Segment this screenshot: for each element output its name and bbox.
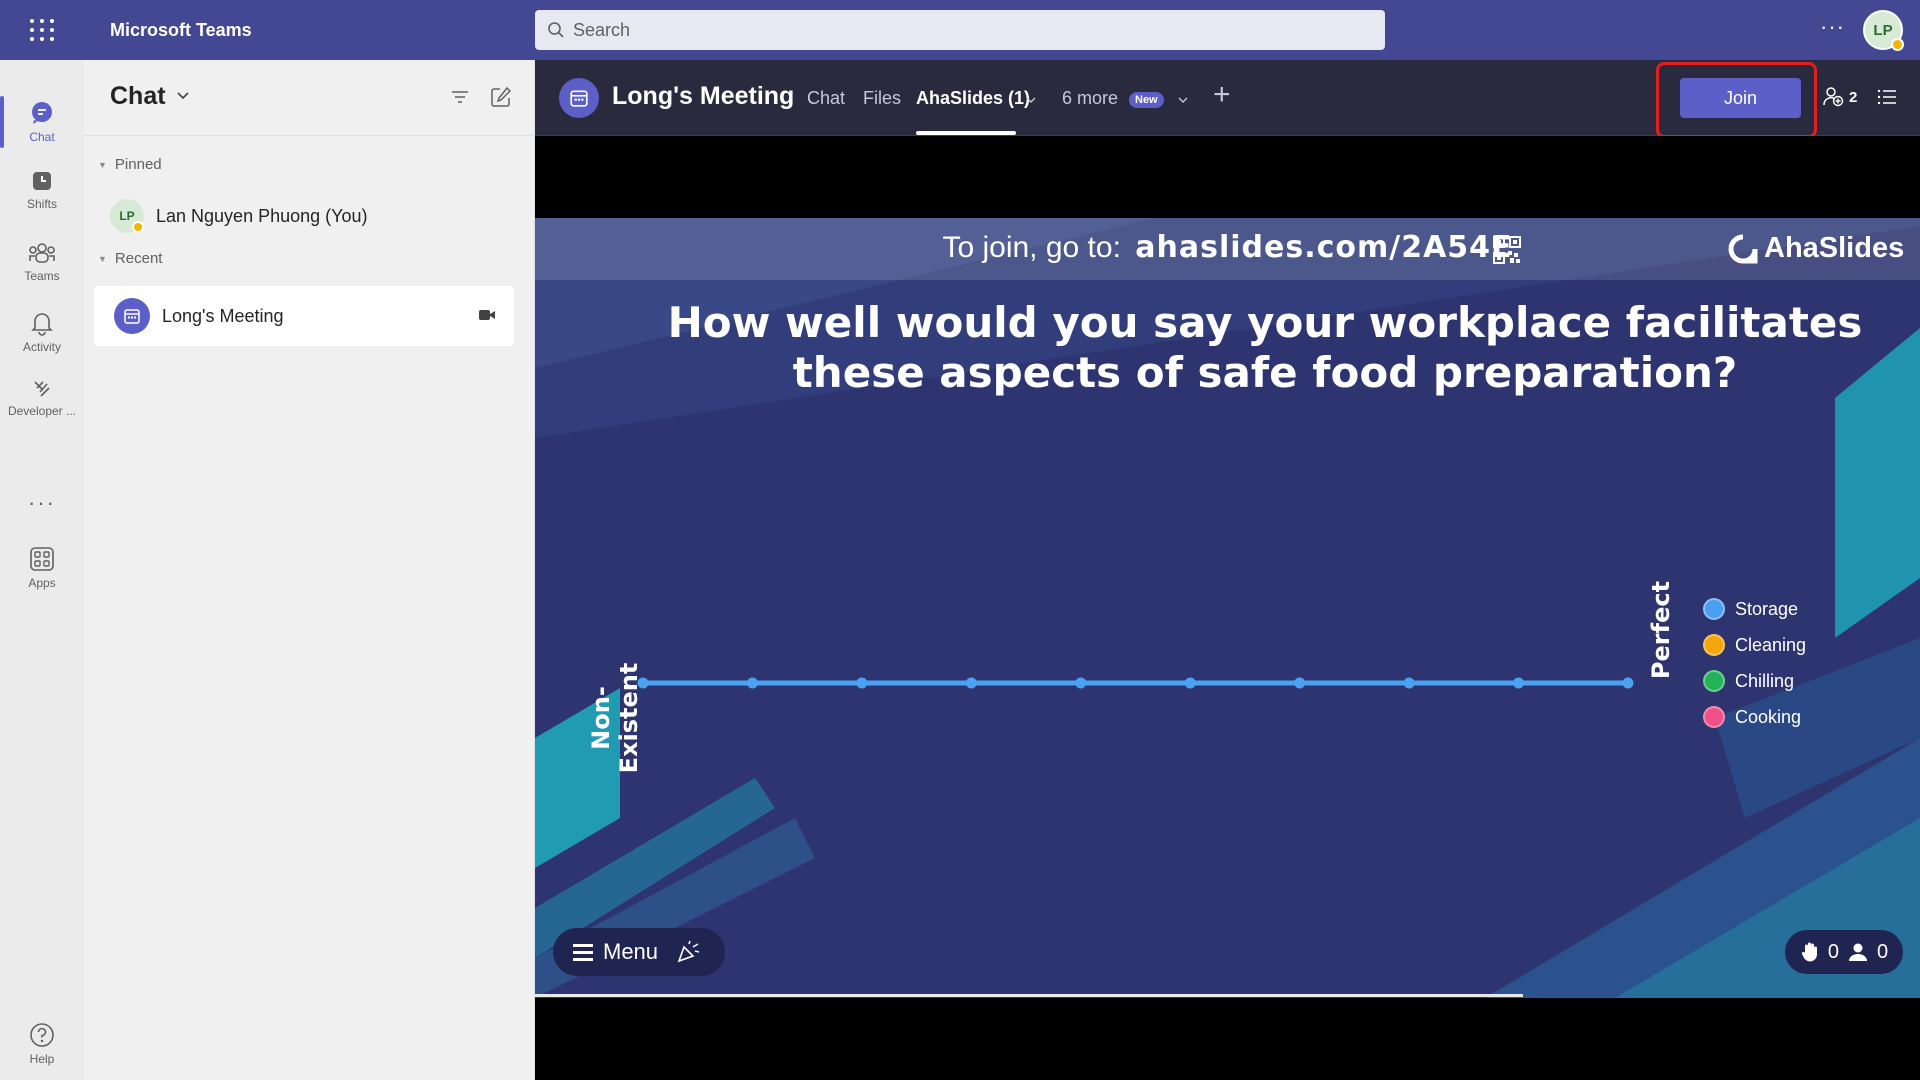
scale-point — [1403, 677, 1415, 689]
meeting-header: Long's Meeting Chat Files AhaSlides (1) … — [535, 60, 1920, 138]
apps-icon — [30, 547, 54, 571]
search-input[interactable]: Search — [535, 10, 1385, 50]
shifts-icon — [33, 172, 51, 190]
tab-files[interactable]: Files — [863, 88, 901, 109]
scale-min-label: Non-Existent — [587, 662, 643, 774]
developer-icon — [34, 381, 50, 397]
scale-point — [1184, 677, 1196, 689]
new-chat-icon[interactable] — [490, 86, 512, 108]
caret-down-icon: ▼ — [98, 159, 107, 170]
more-apps-icon[interactable]: ··· — [0, 490, 84, 516]
rail-item-shifts[interactable]: Shifts — [0, 158, 84, 222]
tab-ahaslides[interactable]: AhaSlides (1) — [916, 88, 1030, 109]
active-tab-indicator — [916, 131, 1016, 135]
chat-item-lan-nguyen-phuong[interactable]: LP Lan Nguyen Phuong (You) — [84, 190, 535, 242]
rail-label: Apps — [28, 576, 56, 590]
rail-item-chat[interactable]: Chat — [0, 90, 84, 154]
slide-progress-bar — [535, 994, 1523, 997]
bell-icon — [31, 313, 53, 336]
rail-item-teams[interactable]: Teams — [0, 230, 84, 294]
legend-color-swatch — [1703, 706, 1725, 728]
list-icon[interactable] — [1877, 88, 1897, 106]
avatar: LP — [110, 199, 144, 233]
meeting-title: Long's Meeting — [612, 82, 795, 110]
add-tab-icon[interactable]: + — [1213, 78, 1231, 112]
legend-item-cleaning: Cleaning — [1703, 627, 1806, 663]
participants-button[interactable]: 2 — [1822, 86, 1857, 108]
search-icon — [548, 22, 564, 38]
scale-point — [1513, 677, 1525, 689]
reactions-icon[interactable] — [676, 940, 700, 964]
chat-item-name: Long's Meeting — [162, 305, 284, 326]
raised-hand-icon — [1801, 942, 1817, 962]
scale-point — [965, 677, 977, 689]
ahaslides-slide: To join, go to: ahaslides.com/2A54E AhaS… — [535, 218, 1920, 998]
rail-label: Chat — [29, 130, 55, 144]
chat-list-panel: Chat ▼ Pinned LP Lan Nguyen Phuong (You)… — [84, 60, 535, 1080]
video-camera-icon — [479, 310, 495, 320]
legend-item-chilling: Chilling — [1703, 663, 1806, 699]
pinned-section-toggle[interactable]: ▼ Pinned — [98, 156, 162, 173]
rail-item-developer[interactable]: Developer ... — [0, 366, 84, 430]
audience-counters: 0 0 — [1785, 930, 1903, 974]
scale-max-label: Perfect — [1647, 580, 1675, 680]
meeting-icon — [559, 78, 599, 118]
search-placeholder: Search — [573, 19, 631, 40]
legend-label: Chilling — [1735, 670, 1795, 691]
away-status-icon — [132, 221, 144, 233]
scale-point — [856, 677, 868, 689]
join-button[interactable]: Join — [1680, 78, 1801, 118]
new-badge: New — [1129, 92, 1164, 108]
chat-header: Chat — [84, 60, 535, 136]
chat-title: Chat — [110, 82, 166, 110]
more-options-icon[interactable]: ··· — [1820, 14, 1845, 40]
rail-item-help[interactable]: Help — [0, 1012, 84, 1076]
help-icon — [30, 1023, 54, 1047]
rail-label: Teams — [24, 269, 60, 283]
meeting-icon — [114, 298, 150, 334]
rail-label: Help — [29, 1052, 55, 1066]
legend-color-swatch — [1703, 634, 1725, 656]
filter-icon[interactable] — [450, 88, 470, 106]
audience-count: 0 — [1877, 940, 1889, 963]
caret-down-icon: ▼ — [98, 253, 107, 264]
legend-label: Cleaning — [1735, 634, 1807, 655]
recent-section-toggle[interactable]: ▼ Recent — [98, 250, 162, 267]
away-status-icon — [1891, 38, 1904, 51]
teams-icon — [29, 243, 55, 263]
chevron-down-icon[interactable] — [1025, 94, 1037, 106]
legend-label: Cooking — [1735, 706, 1802, 727]
tab-more[interactable]: 6 more — [1062, 88, 1118, 109]
audience-icon — [1849, 943, 1867, 961]
chat-item-name: Lan Nguyen Phuong (You) — [156, 205, 368, 226]
hamburger-icon — [573, 943, 593, 961]
app-title: Microsoft Teams — [110, 19, 252, 40]
legend-item-cooking: Cooking — [1703, 699, 1806, 735]
scale-point — [1622, 677, 1634, 689]
rail-label: Activity — [22, 340, 61, 354]
scale-point — [1294, 677, 1306, 689]
tab-chat[interactable]: Chat — [807, 88, 845, 109]
chevron-down-icon[interactable] — [1177, 94, 1189, 106]
chat-item-longs-meeting[interactable]: Long's Meeting — [94, 286, 514, 346]
rail-label: Developer ... — [7, 404, 77, 418]
legend-label: Storage — [1735, 598, 1799, 619]
legend-color-swatch — [1703, 670, 1725, 692]
slide-menu-button[interactable]: Menu — [553, 928, 725, 976]
rail-item-apps[interactable]: Apps — [0, 536, 84, 600]
scale-point — [1075, 677, 1087, 689]
chat-icon — [32, 102, 52, 124]
app-launcher-icon[interactable] — [0, 0, 84, 60]
scale-point — [746, 677, 758, 689]
options-legend: Storage Cleaning Chilling Cooking — [1703, 591, 1806, 735]
legend-color-swatch — [1703, 598, 1725, 620]
user-avatar[interactable]: LP — [1863, 10, 1904, 51]
chevron-down-icon[interactable] — [176, 88, 190, 102]
rail-item-activity[interactable]: Activity — [0, 300, 84, 364]
hands-count: 0 — [1827, 940, 1839, 963]
legend-item-storage: Storage — [1703, 591, 1806, 627]
people-icon — [1823, 87, 1844, 107]
app-rail: Chat Shifts Teams Activity Developer ...… — [0, 60, 84, 1080]
rail-label: Shifts — [26, 197, 57, 211]
